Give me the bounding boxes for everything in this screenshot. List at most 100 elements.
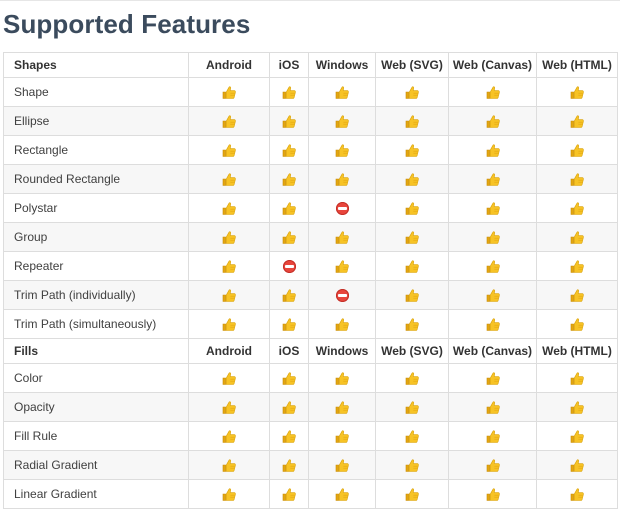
- thumbs-up-icon: [335, 488, 349, 501]
- support-cell-web-canvas: [448, 363, 537, 393]
- support-cell-web-canvas: [448, 309, 537, 339]
- feature-name: Trim Path (individually): [3, 280, 189, 310]
- support-cell-web-html: [536, 392, 618, 422]
- support-cell-ios: [269, 450, 309, 480]
- support-cell-web-canvas: [448, 106, 537, 136]
- thumbs-up-icon: [486, 144, 500, 157]
- thumbs-up-icon: [335, 231, 349, 244]
- support-cell-windows: [308, 421, 376, 451]
- support-cell-ios: [269, 164, 309, 194]
- support-cell-web-svg: [375, 77, 449, 107]
- top-divider: [0, 0, 620, 1]
- thumbs-up-icon: [570, 144, 584, 157]
- support-cell-windows: [308, 193, 376, 223]
- support-cell-web-svg: [375, 251, 449, 281]
- thumbs-up-icon: [222, 430, 236, 443]
- table-row: Rectangle: [3, 135, 618, 165]
- support-cell-android: [188, 363, 270, 393]
- no-entry-icon: [282, 260, 296, 274]
- thumbs-up-icon: [282, 372, 296, 385]
- feature-name: Polystar: [3, 193, 189, 223]
- thumbs-up-icon: [222, 144, 236, 157]
- thumbs-up-icon: [486, 173, 500, 186]
- thumbs-up-icon: [222, 202, 236, 215]
- support-cell-web-canvas: [448, 251, 537, 281]
- support-cell-web-canvas: [448, 421, 537, 451]
- table-row: Linear Gradient: [3, 479, 618, 509]
- table-row: Trim Path (individually): [3, 280, 618, 310]
- support-cell-web-canvas: [448, 77, 537, 107]
- thumbs-up-icon: [405, 231, 419, 244]
- feature-name: Fill Rule: [3, 421, 189, 451]
- support-cell-ios: [269, 392, 309, 422]
- column-header-web-canvas: Web (Canvas): [448, 338, 537, 364]
- support-cell-web-html: [536, 135, 618, 165]
- support-cell-windows: [308, 106, 376, 136]
- support-cell-windows: [308, 309, 376, 339]
- support-cell-web-html: [536, 309, 618, 339]
- support-cell-web-canvas: [448, 135, 537, 165]
- thumbs-up-icon: [405, 488, 419, 501]
- thumbs-up-icon: [222, 318, 236, 331]
- table-row: Repeater: [3, 251, 618, 281]
- thumbs-up-icon: [405, 260, 419, 273]
- support-cell-ios: [269, 309, 309, 339]
- thumbs-up-icon: [282, 459, 296, 472]
- support-cell-windows: [308, 392, 376, 422]
- support-cell-web-svg: [375, 106, 449, 136]
- feature-name: Shape: [3, 77, 189, 107]
- table-row: Radial Gradient: [3, 450, 618, 480]
- thumbs-up-icon: [405, 202, 419, 215]
- thumbs-up-icon: [570, 260, 584, 273]
- support-cell-ios: [269, 421, 309, 451]
- thumbs-up-icon: [405, 144, 419, 157]
- thumbs-up-icon: [222, 401, 236, 414]
- support-cell-windows: [308, 280, 376, 310]
- thumbs-up-icon: [335, 144, 349, 157]
- column-header-android: Android: [188, 338, 270, 364]
- support-cell-windows: [308, 479, 376, 509]
- support-cell-web-html: [536, 479, 618, 509]
- thumbs-up-icon: [486, 260, 500, 273]
- thumbs-up-icon: [282, 202, 296, 215]
- thumbs-up-icon: [335, 260, 349, 273]
- support-cell-android: [188, 479, 270, 509]
- thumbs-up-icon: [570, 289, 584, 302]
- thumbs-up-icon: [282, 318, 296, 331]
- thumbs-up-icon: [405, 86, 419, 99]
- thumbs-up-icon: [222, 231, 236, 244]
- thumbs-up-icon: [570, 459, 584, 472]
- support-cell-web-canvas: [448, 164, 537, 194]
- support-cell-web-html: [536, 251, 618, 281]
- table-row: Trim Path (simultaneously): [3, 309, 618, 339]
- support-cell-web-canvas: [448, 479, 537, 509]
- support-cell-web-html: [536, 106, 618, 136]
- thumbs-up-icon: [282, 430, 296, 443]
- thumbs-up-icon: [486, 318, 500, 331]
- column-header-windows: Windows: [308, 52, 376, 78]
- support-cell-web-html: [536, 280, 618, 310]
- section-heading: Fills: [3, 338, 189, 364]
- table-row: Ellipse: [3, 106, 618, 136]
- support-cell-web-svg: [375, 450, 449, 480]
- thumbs-up-icon: [282, 289, 296, 302]
- support-cell-web-svg: [375, 479, 449, 509]
- feature-name: Rounded Rectangle: [3, 164, 189, 194]
- support-cell-ios: [269, 135, 309, 165]
- thumbs-up-icon: [486, 372, 500, 385]
- thumbs-up-icon: [335, 459, 349, 472]
- thumbs-up-icon: [405, 372, 419, 385]
- thumbs-up-icon: [335, 173, 349, 186]
- thumbs-up-icon: [222, 173, 236, 186]
- column-header-web-svg: Web (SVG): [375, 338, 449, 364]
- thumbs-up-icon: [222, 459, 236, 472]
- column-header-ios: iOS: [269, 338, 309, 364]
- support-cell-ios: [269, 479, 309, 509]
- support-cell-web-canvas: [448, 392, 537, 422]
- support-cell-windows: [308, 77, 376, 107]
- support-cell-web-html: [536, 363, 618, 393]
- support-cell-web-html: [536, 193, 618, 223]
- support-cell-ios: [269, 280, 309, 310]
- support-cell-web-svg: [375, 135, 449, 165]
- support-cell-windows: [308, 135, 376, 165]
